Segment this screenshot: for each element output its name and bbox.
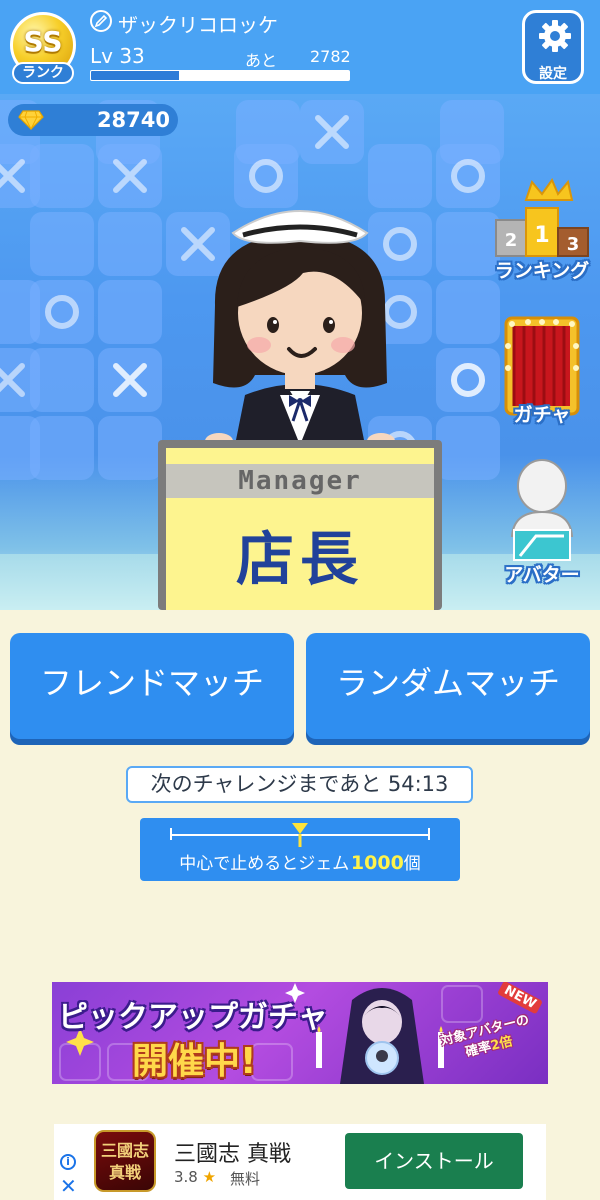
challenge-reward-suffix: 個 xyxy=(403,854,421,874)
ranking-button[interactable]: 2 1 3 ランキング xyxy=(492,176,592,286)
avatar-button[interactable]: アバター xyxy=(492,456,592,588)
ad-app-icon-sub: 真戦 xyxy=(108,1163,141,1182)
track-start-cap xyxy=(170,828,172,840)
bg-tile xyxy=(30,212,94,276)
ad-close-icon[interactable]: ✕ xyxy=(60,1176,77,1196)
avatar-label: アバター xyxy=(504,564,580,586)
pickup-gacha-banner[interactable]: ピックアップガチャ 開催中! NEW 対象アバターの 確率2倍 xyxy=(52,982,548,1084)
nameplate-panel: Manager 店長 xyxy=(166,448,434,610)
promo-subtitle: 開催中! xyxy=(132,1041,257,1082)
bg-tile xyxy=(30,416,94,480)
rank-badge[interactable]: SS ランク xyxy=(10,12,76,86)
nameplate: Manager 店長 xyxy=(158,440,442,610)
xp-remaining-label: あと xyxy=(245,51,278,70)
player-name: ザックリコロッケ xyxy=(118,13,278,37)
ad-app-name: 三國志 真戦 xyxy=(174,1142,291,1167)
challenge-timer: 次のチャレンジまであと 54:13 xyxy=(126,766,473,803)
ad-banner[interactable]: i ✕ 三國志真戦 三國志 真戦 3.8 ★ 無料 インストール xyxy=(54,1124,546,1200)
bg-tile xyxy=(436,280,500,344)
rank-label: ランク xyxy=(12,62,74,84)
nameplate-role: Manager xyxy=(238,466,362,496)
challenge-reward-prefix: 中心で止めるとジェム xyxy=(179,854,350,874)
settings-label: 設定 xyxy=(539,66,567,82)
install-button[interactable]: インストール xyxy=(345,1133,523,1189)
gacha-label: ガチャ xyxy=(513,404,571,426)
bg-tile-circle xyxy=(30,280,94,344)
bg-tile-circle xyxy=(436,348,500,412)
challenge-button[interactable]: 中心で止めるとジェム 1000個 xyxy=(140,818,460,881)
star-icon: ★ xyxy=(202,1168,217,1186)
edit-name-icon[interactable] xyxy=(90,10,112,32)
nameplate-title: 店長 xyxy=(235,525,364,593)
ad-app-icon[interactable]: 三國志 真戦 xyxy=(94,1130,156,1192)
podium-place-1: 1 xyxy=(534,223,549,248)
xp-progress-fill xyxy=(91,71,179,80)
gear-icon xyxy=(539,20,571,52)
bg-tile xyxy=(436,416,500,480)
bg-tile xyxy=(436,212,500,276)
random-match-button[interactable]: ランダムマッチ xyxy=(306,633,590,739)
challenge-reward-text: 中心で止めるとジェム 1000個 xyxy=(140,849,460,874)
xp-progress-bar xyxy=(90,70,350,81)
manager-avatar xyxy=(205,210,395,449)
ad-price: 無料 xyxy=(230,1170,261,1188)
podium-place-2: 2 xyxy=(505,230,518,251)
ad-app-icon-text: 三國志 xyxy=(100,1141,149,1160)
challenge-marker-icon xyxy=(292,823,308,847)
gacha-button[interactable]: ガチャ xyxy=(492,316,592,426)
ranking-label: ランキング xyxy=(494,260,590,282)
podium-trophy-icon: 2 1 3 xyxy=(495,177,589,257)
bg-tile-circle xyxy=(436,144,500,208)
gem-count: 28740 xyxy=(96,108,170,132)
bg-tile-cross xyxy=(300,100,364,164)
bg-tile xyxy=(30,144,94,208)
rank-letters: SS xyxy=(23,24,63,58)
promo-title: ピックアップガチャ xyxy=(58,1000,328,1035)
ad-info-icon[interactable]: i xyxy=(60,1154,76,1170)
xp-remaining-value: 2782 xyxy=(310,47,351,66)
top-header: SS ランク ザックリコロッケ Lv 33 あと 2782 設定 xyxy=(0,0,600,94)
ad-rating: 3.8 ★ xyxy=(174,1168,216,1186)
player-level: Lv 33 xyxy=(90,44,145,68)
bg-tile xyxy=(98,212,162,276)
podium-place-3: 3 xyxy=(567,234,580,255)
bg-tile xyxy=(98,416,162,480)
ad-rating-value: 3.8 xyxy=(174,1168,198,1186)
settings-button[interactable]: 設定 xyxy=(522,10,584,84)
bg-tile-cross xyxy=(98,144,162,208)
bg-tile xyxy=(30,348,94,412)
challenge-reward-amount: 1000 xyxy=(350,852,404,874)
track-end-cap xyxy=(428,828,430,840)
gem-icon xyxy=(18,110,44,130)
bg-tile-cross xyxy=(98,348,162,412)
bg-tile xyxy=(98,280,162,344)
avatar-figure-icon xyxy=(510,459,574,561)
friend-match-button[interactable]: フレンドマッチ xyxy=(10,633,294,739)
gem-balance[interactable]: 28740 xyxy=(8,104,178,136)
